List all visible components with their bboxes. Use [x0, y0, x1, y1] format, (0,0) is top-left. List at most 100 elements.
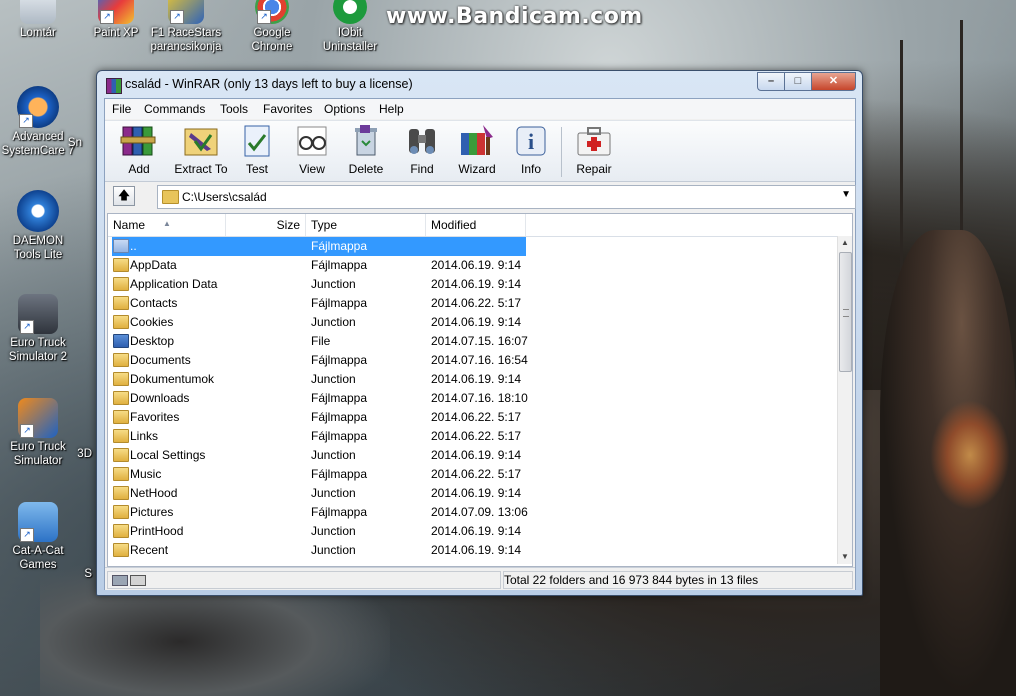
file-type: Fájlmappa	[311, 505, 368, 519]
desktop-icon-label: Euro Truck Simulator 2	[8, 337, 68, 363]
file-row[interactable]: Pictures Fájlmappa 2014.07.09. 13:06	[108, 503, 838, 522]
vertical-scrollbar[interactable]: ▲ ▼	[837, 236, 852, 564]
file-row[interactable]: Application Data Junction 2014.06.19. 9:14	[108, 275, 838, 294]
scroll-down-arrow-icon[interactable]: ▼	[838, 550, 852, 564]
column-type[interactable]: Type	[306, 214, 426, 236]
toolbar-label: Find	[410, 162, 434, 176]
file-row[interactable]: Links Fájlmappa 2014.06.22. 5:17	[108, 427, 838, 446]
address-field[interactable]: C:\Users\család ▼	[157, 185, 856, 209]
menu-favorites[interactable]: Favorites	[263, 102, 312, 116]
file-type: Junction	[311, 543, 356, 557]
file-type: Fájlmappa	[311, 239, 368, 253]
column-modified[interactable]: Modified	[426, 214, 526, 236]
close-button[interactable]: ✕	[812, 72, 856, 91]
window-title: család - WinRAR (only 13 days left to bu…	[125, 77, 413, 91]
toolbar-label: Test	[245, 162, 268, 176]
scroll-up-arrow-icon[interactable]: ▲	[838, 236, 852, 250]
delete-button[interactable]: Delete	[345, 123, 387, 176]
folder-icon	[113, 277, 129, 291]
desktop-icon-google-chrome[interactable]: ↗ Google Chrome	[232, 0, 312, 54]
file-row[interactable]: Recent Junction 2014.06.19. 9:14	[108, 541, 838, 560]
wizard-button[interactable]: Wizard	[455, 123, 499, 176]
shortcut-arrow-icon: ↗	[20, 424, 34, 438]
key-icon[interactable]	[130, 575, 146, 586]
file-list[interactable]: Name ▲ Size Type Modified .. Fájlmappa App…	[107, 213, 853, 567]
chevron-down-icon[interactable]: ▼	[841, 189, 851, 200]
desktop-icon-recycle-bin[interactable]: Lomtár	[0, 0, 78, 40]
maximize-button[interactable]: □	[785, 72, 812, 91]
column-name[interactable]: Name ▲	[108, 214, 226, 236]
file-type: Junction	[311, 372, 356, 386]
menu-help[interactable]: Help	[379, 102, 404, 116]
desktop-icon-cat-a-cat[interactable]: ↗ Cat-A-Cat Games	[0, 502, 78, 572]
file-row[interactable]: Desktop File 2014.07.15. 16:07	[108, 332, 838, 351]
archive-books-icon	[119, 123, 159, 159]
desktop-icon-label: Google Chrome	[251, 27, 293, 53]
file-row[interactable]: Favorites Fájlmappa 2014.06.22. 5:17	[108, 408, 838, 427]
bandicam-watermark: www.Bandicam.com	[386, 4, 643, 29]
menu-bar: File Commands Tools Favorites Options He…	[105, 99, 855, 119]
file-row[interactable]: Music Fájlmappa 2014.06.22. 5:17	[108, 465, 838, 484]
recycle-bin-icon	[346, 123, 386, 159]
info-button[interactable]: i Info	[511, 123, 551, 176]
title-bar[interactable]: család - WinRAR (only 13 days left to bu…	[97, 71, 862, 98]
window-client: File Commands Tools Favorites Options He…	[104, 98, 856, 590]
file-name: Contacts	[130, 296, 178, 310]
file-name: Local Settings	[130, 448, 206, 462]
column-size[interactable]: Size	[226, 214, 306, 236]
file-type: Fájlmappa	[311, 391, 368, 405]
file-modified: 2014.07.09. 13:06	[431, 505, 528, 519]
file-modified: 2014.06.19. 9:14	[431, 524, 522, 538]
file-row[interactable]: PrintHood Junction 2014.06.19. 9:14	[108, 522, 838, 541]
desktop-icon-label: F1 RaceStars parancsikonja	[150, 27, 222, 53]
find-button[interactable]: Find	[401, 123, 443, 176]
test-button[interactable]: Test	[237, 123, 277, 176]
repair-button[interactable]: Repair	[571, 123, 617, 176]
binoculars-icon	[402, 123, 442, 159]
grip-icon	[843, 309, 849, 317]
file-type: Junction	[311, 277, 356, 291]
file-row[interactable]: Dokumentumok Junction 2014.06.19. 9:14	[108, 370, 838, 389]
file-row[interactable]: NetHood Junction 2014.06.19. 9:14	[108, 484, 838, 503]
file-modified: 2014.06.19. 9:14	[431, 543, 522, 557]
shortcut-arrow-icon: ↗	[170, 10, 184, 24]
file-row[interactable]: .. Fájlmappa	[108, 237, 838, 256]
file-row[interactable]: AppData Fájlmappa 2014.06.19. 9:14	[108, 256, 838, 275]
menu-options[interactable]: Options	[324, 102, 365, 116]
file-row[interactable]: Documents Fájlmappa 2014.07.16. 16:54	[108, 351, 838, 370]
file-row[interactable]: Local Settings Junction 2014.06.19. 9:14	[108, 446, 838, 465]
file-row[interactable]: Contacts Fájlmappa 2014.06.22. 5:17	[108, 294, 838, 313]
desktop-icon-f1-racestars[interactable]: ↗ F1 RaceStars parancsikonja	[146, 0, 226, 54]
file-type: File	[311, 334, 331, 348]
desktop-icon-daemon-tools[interactable]: DAEMON Tools Lite	[0, 190, 78, 262]
desktop-icon-paint-xp[interactable]: ↗ Paint XP	[76, 0, 156, 40]
extract-to-button[interactable]: Extract To	[169, 123, 233, 176]
up-folder-button[interactable]: 🡅	[113, 186, 135, 206]
folder-icon	[113, 391, 129, 405]
euro-truck-2-icon: ↗	[18, 294, 58, 334]
desktop-icon-iobit-uninstaller[interactable]: IObit Uninstaller	[310, 0, 390, 54]
menu-commands[interactable]: Commands	[144, 102, 205, 116]
add-button[interactable]: Add	[115, 123, 163, 176]
toolbar-label: View	[299, 162, 325, 176]
recycle-bin-icon	[20, 0, 56, 24]
file-name: PrintHood	[130, 524, 184, 538]
drive-icon[interactable]	[112, 575, 128, 586]
desktop-icon-euro-truck-2[interactable]: ↗ Euro Truck Simulator 2	[0, 294, 78, 364]
file-name: Cookies	[130, 315, 174, 329]
menu-file[interactable]: File	[112, 102, 131, 116]
desktop-icon-partial[interactable]: 3D	[42, 447, 92, 461]
file-row[interactable]: Downloads Fájlmappa 2014.07.16. 18:10	[108, 389, 838, 408]
info-icon: i	[511, 123, 551, 159]
desktop-icon-partial[interactable]: S	[42, 567, 92, 581]
wallpaper-fire	[930, 400, 1010, 510]
file-row[interactable]: Cookies Junction 2014.06.19. 9:14	[108, 313, 838, 332]
desktop-icon-partial[interactable]: Sn	[42, 136, 82, 150]
toolbar-label: Info	[520, 162, 541, 176]
winrar-app-icon[interactable]	[106, 78, 122, 94]
folder-icon	[113, 524, 129, 538]
scrollbar-thumb[interactable]	[839, 252, 852, 372]
view-button[interactable]: View	[291, 123, 333, 176]
minimize-button[interactable]: –	[757, 72, 785, 91]
menu-tools[interactable]: Tools	[220, 102, 248, 116]
